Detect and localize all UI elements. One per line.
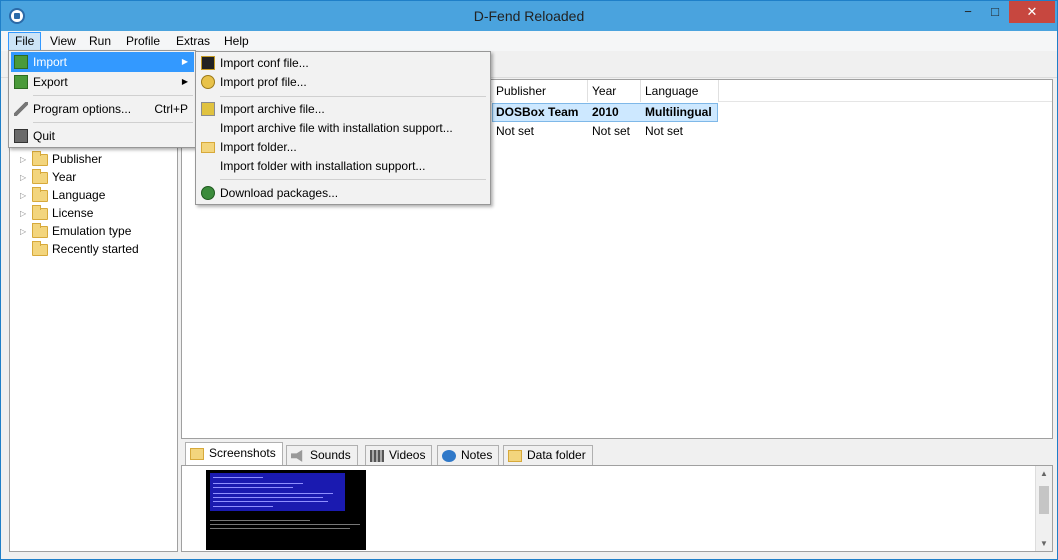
menu-separator bbox=[220, 179, 486, 180]
profile-icon bbox=[201, 75, 215, 89]
tab-videos[interactable]: Videos bbox=[365, 445, 433, 466]
preview-scrollbar[interactable]: ▲ ▼ bbox=[1035, 466, 1052, 551]
table-cell[interactable]: Not set bbox=[588, 122, 630, 140]
minimize-button[interactable]: − bbox=[954, 1, 982, 23]
menu-separator bbox=[33, 95, 193, 96]
folder-icon bbox=[32, 204, 48, 220]
menu-item-import[interactable]: Import ▶ bbox=[11, 52, 194, 72]
tab-sounds[interactable]: Sounds bbox=[286, 445, 358, 466]
tab-notes[interactable]: Notes bbox=[437, 445, 500, 466]
quit-icon bbox=[14, 129, 28, 143]
folder-icon bbox=[32, 222, 48, 238]
menu-separator bbox=[220, 96, 486, 97]
table-cell[interactable]: 2010 bbox=[588, 103, 619, 121]
table-cell[interactable]: DOSBox Team bbox=[492, 103, 578, 121]
close-button[interactable]: ✕ bbox=[1009, 1, 1055, 23]
info-icon bbox=[442, 449, 456, 462]
menu-run[interactable]: Run bbox=[83, 32, 117, 51]
folder-icon bbox=[32, 168, 48, 184]
folder-icon bbox=[32, 150, 48, 166]
tree-item-recently-started[interactable]: Recently started bbox=[20, 240, 139, 258]
tree-item-license[interactable]: ▷ License bbox=[20, 204, 93, 222]
menu-item-import-folder[interactable]: Import folder... bbox=[198, 137, 488, 157]
menu-view[interactable]: View bbox=[44, 32, 82, 51]
menu-item-import-archive-install[interactable]: Import archive file with installation su… bbox=[198, 118, 488, 138]
dosbox-icon bbox=[201, 56, 215, 70]
maximize-button[interactable]: □ bbox=[981, 1, 1009, 23]
screenshot-folder-icon bbox=[190, 447, 204, 460]
expand-arrow-icon[interactable]: ▷ bbox=[20, 169, 30, 187]
table-cell[interactable]: Multilingual bbox=[641, 103, 712, 121]
column-language[interactable]: Language bbox=[641, 80, 719, 102]
download-globe-icon bbox=[201, 186, 215, 200]
import-arrow-icon bbox=[14, 55, 28, 69]
column-publisher[interactable]: Publisher bbox=[492, 80, 588, 102]
expand-arrow-icon[interactable]: ▷ bbox=[20, 187, 30, 205]
menu-help[interactable]: Help bbox=[218, 32, 255, 51]
folder-icon bbox=[32, 240, 48, 256]
submenu-arrow-icon: ▶ bbox=[181, 57, 188, 66]
detail-tabs: Screenshots Sounds Videos Notes Data fol… bbox=[181, 442, 1053, 466]
table-cell[interactable]: Not set bbox=[641, 122, 683, 140]
tree-item-emulation-type[interactable]: ▷ Emulation type bbox=[20, 222, 131, 240]
menu-item-quit[interactable]: Quit bbox=[11, 126, 194, 146]
speaker-icon bbox=[291, 449, 303, 462]
menu-bar: File View Run Profile Extras Help bbox=[1, 31, 1057, 51]
file-menu-dropdown: Import ▶ Export ▶ Program options... Ctr… bbox=[8, 50, 196, 148]
menu-item-export[interactable]: Export ▶ bbox=[11, 72, 194, 92]
scroll-down-icon[interactable]: ▼ bbox=[1040, 539, 1048, 548]
category-tree: ▷ Publisher ▷ Year ▷ Language ▷ License ▷ Emu… bbox=[9, 79, 178, 552]
expand-arrow-icon[interactable]: ▷ bbox=[20, 151, 30, 169]
folder-icon bbox=[32, 186, 48, 202]
menu-item-import-archive[interactable]: Import archive file... bbox=[198, 99, 488, 119]
menu-separator bbox=[33, 122, 193, 123]
expand-arrow-icon[interactable]: ▷ bbox=[20, 223, 30, 241]
tab-data-folder[interactable]: Data folder bbox=[503, 445, 593, 466]
title-bar: D-Fend Reloaded − □ ✕ bbox=[1, 1, 1057, 31]
wrench-icon bbox=[14, 102, 28, 116]
window-title: D-Fend Reloaded bbox=[473, 8, 585, 24]
tree-item-year[interactable]: ▷ Year bbox=[20, 168, 76, 186]
menu-file[interactable]: File bbox=[8, 32, 42, 51]
menu-profile[interactable]: Profile bbox=[120, 32, 166, 51]
scroll-up-icon[interactable]: ▲ bbox=[1040, 469, 1048, 478]
menu-item-program-options[interactable]: Program options... Ctrl+P bbox=[11, 99, 194, 119]
menu-item-download-packages[interactable]: Download packages... bbox=[198, 183, 488, 203]
menu-item-import-conf[interactable]: Import conf file... bbox=[198, 53, 488, 73]
menu-item-import-folder-install[interactable]: Import folder with installation support.… bbox=[198, 156, 488, 176]
tree-item-language[interactable]: ▷ Language bbox=[20, 186, 105, 204]
folder-icon bbox=[201, 142, 215, 153]
table-cell[interactable]: Not set bbox=[492, 122, 534, 140]
film-icon bbox=[370, 449, 384, 462]
folder-icon bbox=[508, 449, 522, 462]
menu-item-import-prof[interactable]: Import prof file... bbox=[198, 72, 488, 92]
screenshot-preview-panel: ▲ ▼ bbox=[181, 465, 1053, 552]
expand-arrow-icon[interactable]: ▷ bbox=[20, 205, 30, 223]
menu-extras[interactable]: Extras bbox=[170, 32, 216, 51]
tree-item-publisher[interactable]: ▷ Publisher bbox=[20, 150, 102, 168]
tab-screenshots[interactable]: Screenshots bbox=[185, 442, 283, 466]
submenu-arrow-icon: ▶ bbox=[181, 77, 188, 86]
export-arrow-icon bbox=[14, 75, 28, 89]
archive-icon bbox=[201, 102, 215, 116]
import-submenu: Import conf file... Import prof file... … bbox=[195, 51, 491, 205]
screenshot-thumbnail[interactable] bbox=[206, 470, 366, 550]
scroll-thumb[interactable] bbox=[1039, 486, 1049, 514]
column-year[interactable]: Year bbox=[588, 80, 641, 102]
